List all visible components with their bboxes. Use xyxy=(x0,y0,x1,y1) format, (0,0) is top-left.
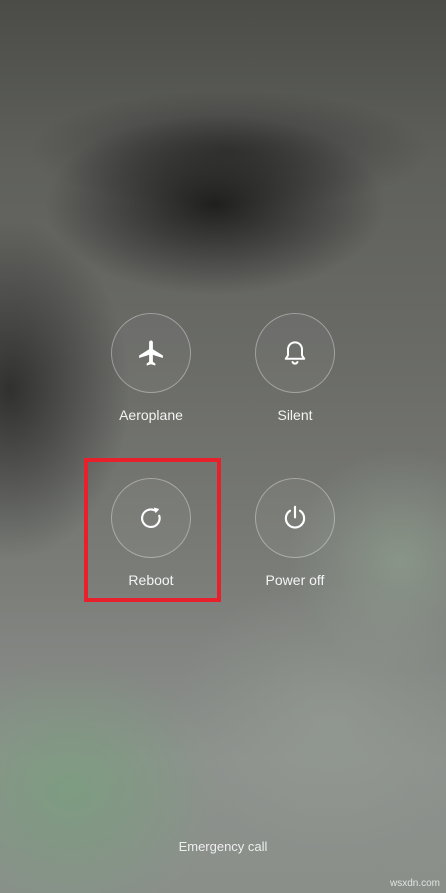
emergency-call-button[interactable]: Emergency call xyxy=(0,839,446,854)
reboot-icon xyxy=(141,507,161,529)
power-off-button[interactable] xyxy=(255,478,335,558)
reboot-button[interactable] xyxy=(111,478,191,558)
watermark: wsxdn.com xyxy=(389,878,440,889)
silent-label: Silent xyxy=(277,407,313,423)
silent-button[interactable] xyxy=(255,313,335,393)
bell-icon xyxy=(284,341,306,365)
aeroplane-label: Aeroplane xyxy=(119,407,183,423)
reboot-label: Reboot xyxy=(128,572,174,588)
power-off-label: Power off xyxy=(265,572,325,588)
blurred-background xyxy=(0,0,446,893)
power-icon xyxy=(284,505,306,529)
aeroplane-button[interactable] xyxy=(111,313,191,393)
airplane-icon xyxy=(139,340,163,366)
